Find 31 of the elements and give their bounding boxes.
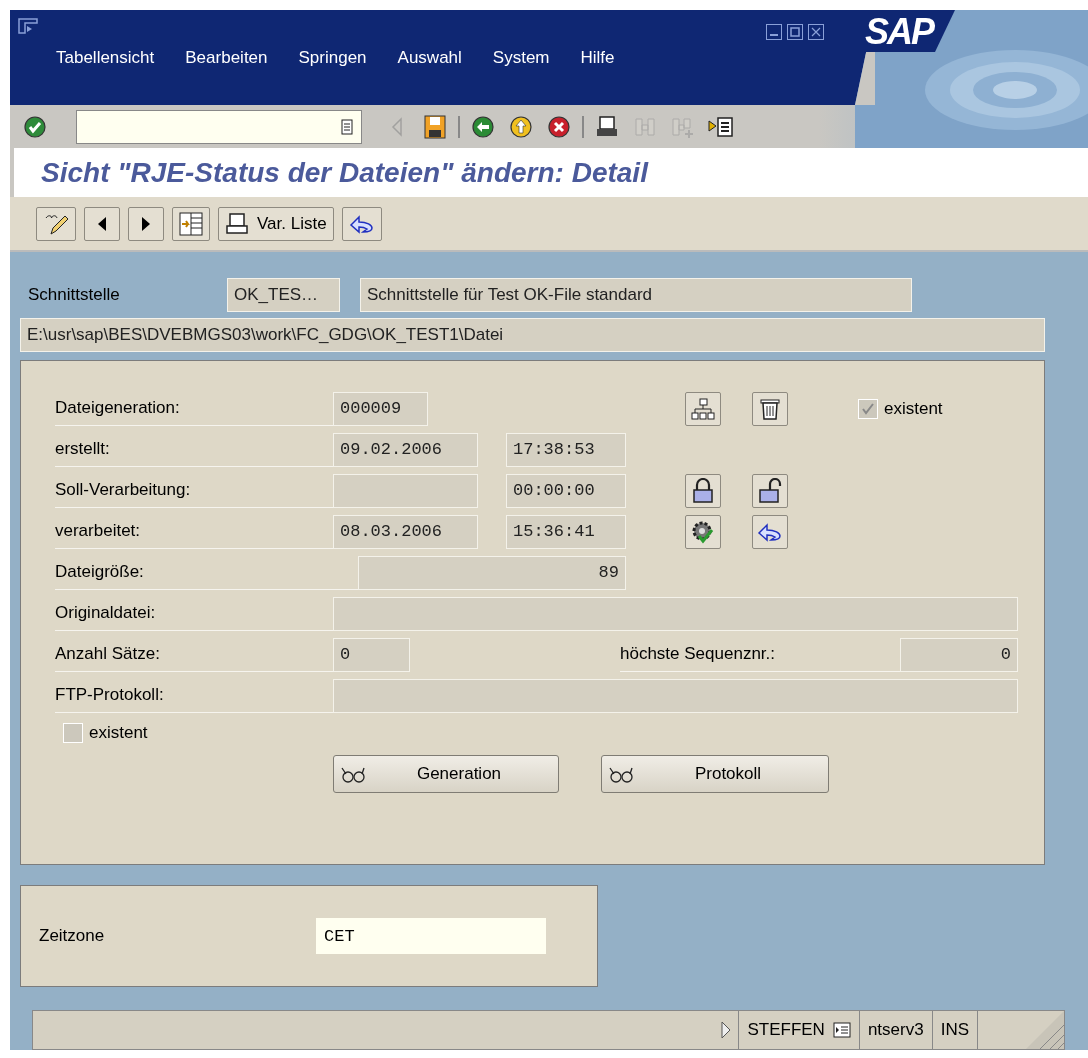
description-field: Schnittstelle für Test OK-File standard	[360, 278, 912, 312]
var-list-button[interactable]: Var. Liste	[218, 206, 334, 241]
menu-item[interactable]: Auswahl	[397, 48, 462, 68]
time-field: 17:38:53	[506, 432, 626, 467]
push-button[interactable]: Protokoll	[601, 755, 829, 793]
timezone-input[interactable]: CET	[316, 918, 546, 954]
size-field: 89	[358, 555, 626, 590]
date-field: 08.03.2006	[333, 514, 478, 549]
screen-title: Sicht "RJE-Status der Dateien" ändern: Detail	[41, 156, 648, 189]
field-label: Zeitzone	[39, 926, 106, 946]
menu-item[interactable]: Tabellensicht	[56, 48, 155, 68]
checkbox-label: existent	[89, 723, 148, 743]
time-field: 00:00:00	[506, 473, 626, 508]
time-field: 15:36:41	[506, 514, 626, 549]
menu-item[interactable]: Bearbeiten	[185, 48, 268, 68]
date-field: 09.02.2006	[333, 432, 478, 467]
push-button[interactable]: Generation	[333, 755, 559, 793]
mode-cell: INS	[931, 1011, 977, 1049]
generation-field: 000009	[333, 391, 428, 426]
interface-field: OK_TES…	[227, 278, 340, 312]
sequence-field: 0	[900, 637, 1018, 672]
menu-item[interactable]: System	[492, 48, 550, 68]
server-cell: ntserv3	[858, 1011, 932, 1049]
menu-item[interactable]: Springen	[298, 48, 367, 68]
field-label: Schnittstelle	[27, 285, 121, 305]
menu-item[interactable]: Hilfe	[580, 48, 615, 68]
field-label: Dateigröße:	[55, 555, 358, 590]
path-field: E:\usr\sap\BES\DVEBMGS03\work\FC_GDG\OK_TEST1\Datei	[20, 318, 1045, 352]
checkbox-label: existent	[884, 398, 943, 419]
user-cell: STEFFEN	[738, 1011, 859, 1049]
record-count-field: 0	[333, 637, 410, 672]
